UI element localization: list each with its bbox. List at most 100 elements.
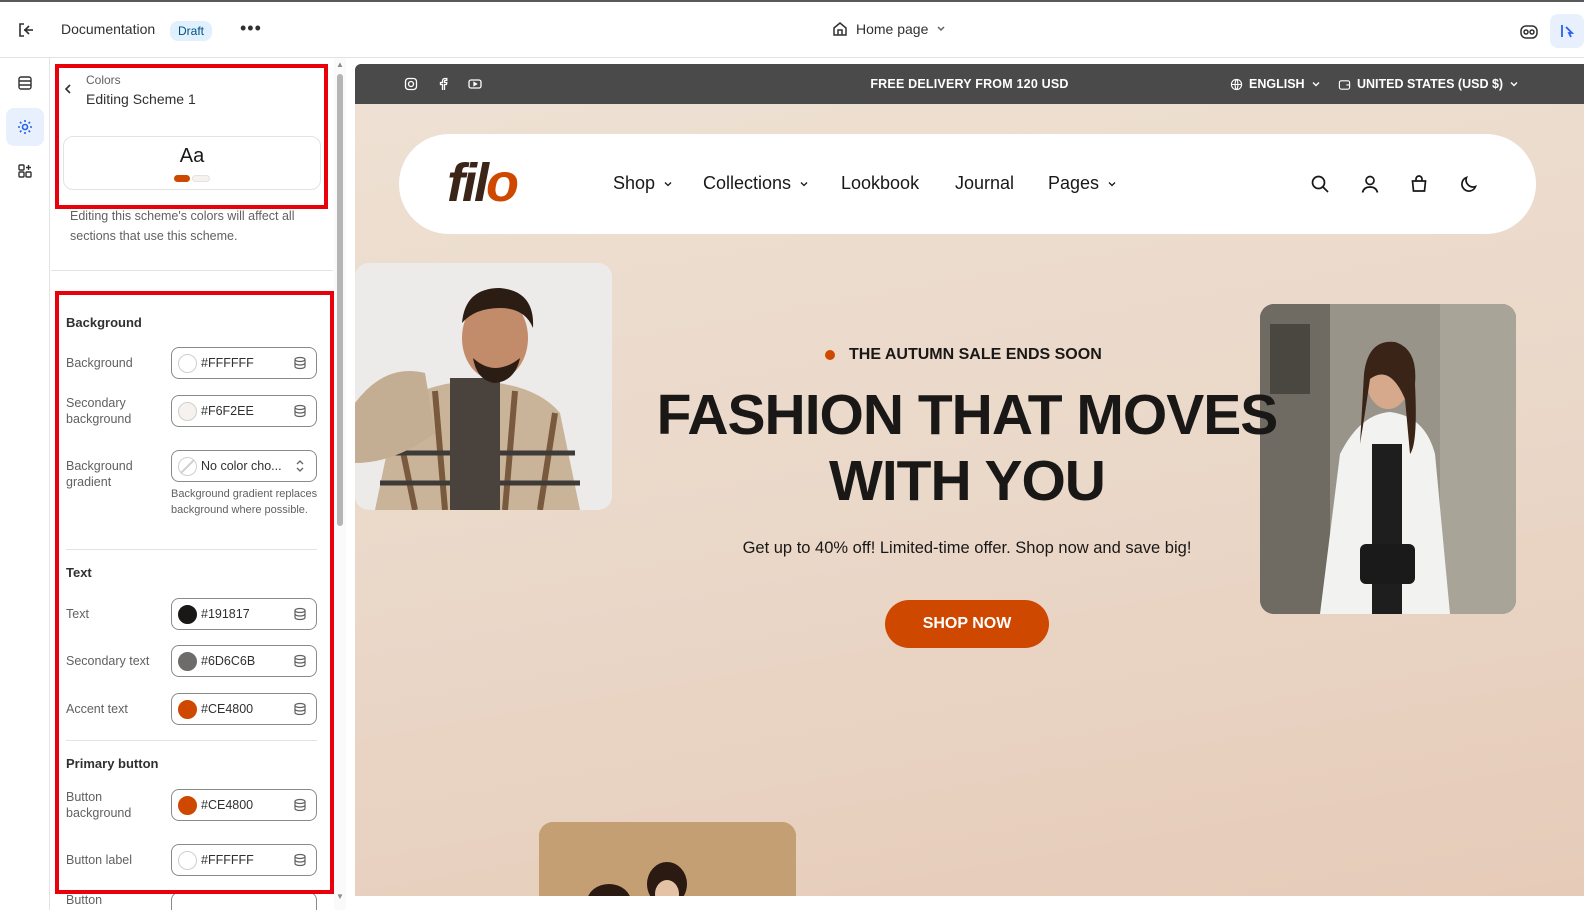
store-logo[interactable]: filo — [447, 152, 519, 214]
scheme-preview-card: Aa — [63, 136, 321, 190]
panel-scrollbar[interactable]: ▲ ▼ — [334, 58, 346, 910]
color-swatch[interactable] — [178, 652, 197, 671]
color-field-secondary-text[interactable]: #6D6C6B — [171, 645, 317, 677]
more-actions-button[interactable]: ••• — [240, 18, 262, 39]
divider — [51, 270, 333, 271]
scheme-secondary-swatch — [192, 175, 210, 182]
eyebrow-text: THE AUTUMN SALE ENDS SOON — [849, 346, 1102, 363]
color-swatch[interactable] — [178, 796, 197, 815]
color-field-text[interactable]: #191817 — [171, 598, 317, 630]
nav-label: Collections — [703, 173, 792, 193]
color-field-background[interactable]: #FFFFFF — [171, 347, 317, 379]
sections-icon — [18, 76, 32, 90]
shop-now-button[interactable]: SHOP NOW — [885, 600, 1049, 648]
row-label-button-cutoff: Button — [66, 893, 103, 907]
database-icon[interactable] — [293, 702, 307, 716]
preview-inspector-icon[interactable] — [1518, 21, 1540, 43]
row-label-secondary-text: Secondary text — [66, 654, 150, 668]
row-label-background: Background — [66, 356, 133, 370]
color-field-button-background[interactable]: #CE4800 — [171, 789, 317, 821]
color-field-button-label[interactable]: #FFFFFF — [171, 844, 317, 876]
gradient-picker[interactable]: No color cho... — [171, 450, 317, 482]
currency-selector[interactable]: UNITED STATES (USD $) — [1338, 77, 1519, 91]
language-selector[interactable]: ENGLISH — [1230, 77, 1321, 91]
nav-label: Shop — [613, 173, 656, 193]
database-icon[interactable] — [293, 798, 307, 812]
color-swatch[interactable] — [178, 851, 197, 870]
sections-button[interactable] — [6, 64, 44, 102]
section-title-primary-button: Primary button — [66, 756, 159, 771]
divider — [66, 549, 317, 550]
theme-settings-button[interactable] — [6, 108, 44, 146]
apps-icon — [18, 164, 32, 178]
nav-label: Journal — [955, 173, 1015, 193]
gradient-hint: Background gradient replaces background … — [171, 488, 318, 516]
color-value: #FFFFFF — [201, 853, 254, 867]
color-swatch[interactable] — [178, 354, 197, 373]
scheme-preview-text: Aa — [179, 145, 205, 167]
apps-button[interactable] — [6, 152, 44, 190]
database-icon[interactable] — [293, 404, 307, 418]
nav-journal[interactable]: Journal — [955, 173, 1014, 194]
color-value: #191817 — [201, 607, 250, 621]
section-title-background: Background — [66, 315, 142, 330]
chevron-down-icon — [1510, 82, 1518, 87]
collection-image — [539, 822, 796, 896]
scroll-thumb[interactable] — [337, 74, 343, 526]
color-field-accent-text[interactable]: #CE4800 — [171, 693, 317, 725]
color-swatch[interactable] — [178, 402, 197, 421]
top-bar: Documentation Draft ••• Home page — [0, 0, 1584, 58]
gradient-value: No color cho... — [201, 459, 282, 473]
search-icon[interactable] — [1310, 174, 1330, 194]
man-photo-illustration — [355, 263, 612, 510]
no-color-swatch[interactable] — [178, 457, 197, 476]
hero-image-man — [355, 263, 612, 510]
nav-pages[interactable]: Pages — [1048, 173, 1117, 194]
moon-icon[interactable] — [1459, 174, 1479, 194]
row-label-button-label: Button label — [66, 853, 133, 867]
nav-label: Lookbook — [841, 173, 920, 193]
hero-eyebrow: THE AUTUMN SALE ENDS SOON — [825, 346, 1102, 364]
logo-text-a: fil — [447, 153, 489, 213]
color-value: #F6F2EE — [201, 404, 254, 418]
select-chevrons-icon — [296, 460, 304, 472]
color-value: #FFFFFF — [201, 356, 254, 370]
page-selector[interactable]: Home page — [832, 21, 946, 37]
color-swatch[interactable] — [178, 700, 197, 719]
database-icon[interactable] — [293, 356, 307, 370]
currency-label: UNITED STATES (USD $) — [1357, 77, 1504, 91]
database-icon[interactable] — [293, 654, 307, 668]
select-tool-button[interactable] — [1550, 14, 1584, 48]
scheme-description: Editing this scheme's colors will affect… — [70, 209, 295, 243]
couple-photo-illustration — [539, 822, 796, 896]
settings-panel: Colors Editing Scheme 1 Aa Editing this … — [51, 58, 333, 910]
color-field-button-cutoff[interactable] — [171, 892, 317, 910]
gear-icon — [18, 120, 32, 134]
exit-icon[interactable] — [16, 20, 36, 40]
row-label-secondary-background: Secondary background — [66, 396, 132, 426]
chevron-left-icon — [64, 84, 71, 94]
database-icon[interactable] — [293, 607, 307, 621]
chevron-down-icon — [1108, 181, 1116, 186]
theme-title: Documentation — [61, 21, 156, 37]
nav-lookbook[interactable]: Lookbook — [841, 173, 919, 194]
store-preview: FREE DELIVERY FROM 120 USD ENGLISH UNITE… — [355, 64, 1584, 896]
color-value: #CE4800 — [201, 702, 254, 716]
scroll-down-arrow[interactable]: ▼ — [336, 892, 344, 901]
cursor-select-icon — [1561, 25, 1575, 38]
back-button[interactable] — [63, 82, 73, 98]
nav-shop[interactable]: Shop — [613, 173, 673, 194]
color-swatch[interactable] — [178, 605, 197, 624]
home-icon — [833, 22, 847, 36]
nav-collections[interactable]: Collections — [703, 173, 809, 194]
breadcrumb: Colors — [86, 73, 121, 87]
draft-badge: Draft — [170, 21, 213, 41]
database-icon[interactable] — [293, 853, 307, 867]
scroll-up-arrow[interactable]: ▲ — [336, 60, 344, 69]
cart-icon[interactable] — [1409, 174, 1429, 194]
announcement-bar: FREE DELIVERY FROM 120 USD ENGLISH UNITE… — [355, 64, 1584, 104]
chevron-down-icon — [664, 181, 672, 186]
account-icon[interactable] — [1360, 174, 1380, 194]
color-field-secondary-background[interactable]: #F6F2EE — [171, 395, 317, 427]
chevron-down-icon — [800, 181, 808, 186]
